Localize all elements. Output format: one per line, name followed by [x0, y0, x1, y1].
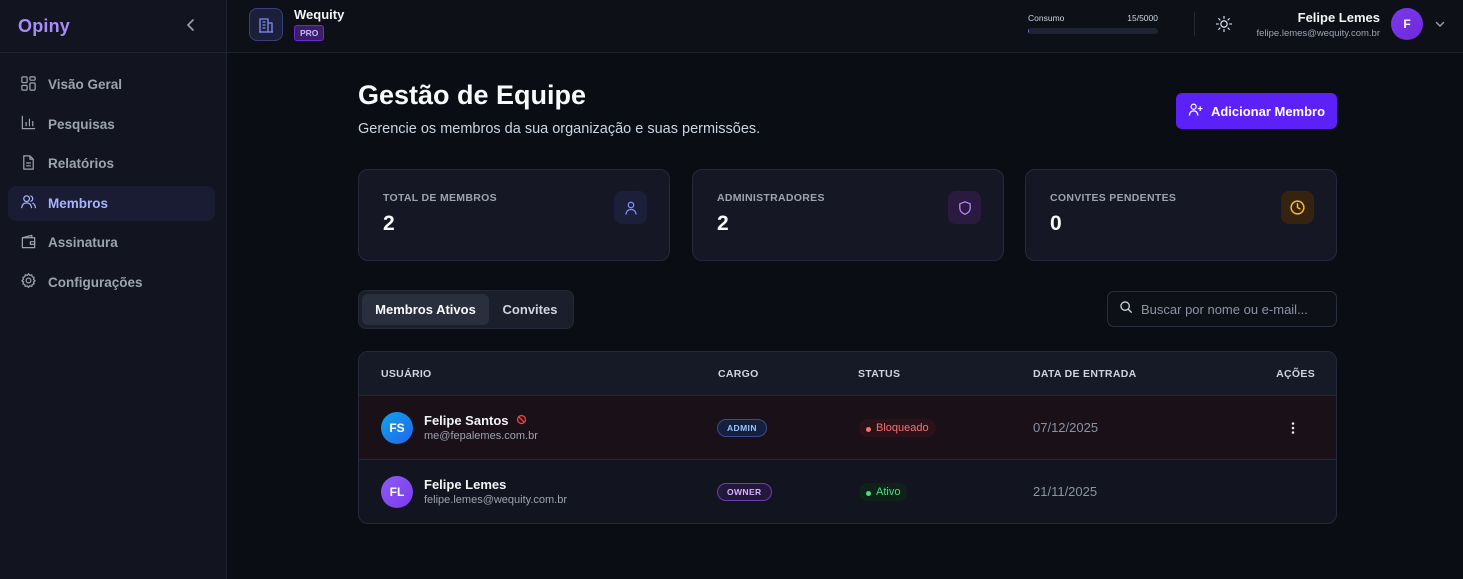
member-email: felipe.lemes@wequity.com.br [424, 494, 568, 506]
sidebar-item-relatorios[interactable]: Relatórios [8, 146, 215, 181]
divider [1194, 12, 1195, 36]
workspace-name[interactable]: Wequity [294, 7, 344, 22]
search-box [1107, 291, 1337, 327]
column-header-status: STATUS [858, 368, 901, 380]
stat-label: TOTAL DE MEMBROS [383, 192, 497, 204]
avatar: FL [381, 476, 413, 508]
clock-icon [1281, 191, 1314, 224]
sidebar-item-label: Pesquisas [48, 116, 115, 132]
member-name: Felipe Lemes [424, 477, 506, 492]
user-name[interactable]: Felipe Lemes [1298, 10, 1380, 25]
top-bar: Wequity PRO Consumo 15/5000 Felipe Lemes… [227, 0, 1463, 53]
usage-value: 15/5000 [1127, 13, 1158, 23]
members-table: USUÁRIO CARGO STATUS DATA DE ENTRADA AÇÕ… [358, 351, 1337, 524]
add-member-label: Adicionar Membro [1210, 103, 1326, 119]
add-member-button[interactable]: Adicionar Membro [1176, 93, 1337, 129]
search-icon [1119, 300, 1133, 319]
plan-badge: PRO [294, 25, 325, 41]
dashboard-icon [20, 75, 37, 95]
member-name-text: Felipe Lemes [424, 477, 507, 492]
tab-membros-ativos[interactable]: Membros Ativos [362, 294, 489, 325]
stat-label: ADMINISTRADORES [717, 192, 825, 204]
member-name-text: Felipe Santos [424, 413, 509, 428]
wallet-icon [20, 233, 37, 253]
document-icon [20, 154, 37, 174]
avatar[interactable]: F [1391, 8, 1423, 40]
sidebar-item-visao-geral[interactable]: Visão Geral [8, 67, 215, 102]
column-header-join-date: DATA DE ENTRADA [1033, 368, 1137, 380]
page-title: Gestão de Equipe [358, 80, 587, 110]
stat-card-admins: ADMINISTRADORES 2 [692, 169, 1004, 261]
sidebar-item-label: Relatórios [48, 156, 115, 172]
usage-meter: Consumo 15/5000 [1028, 13, 1158, 34]
table-header: USUÁRIO CARGO STATUS DATA DE ENTRADA AÇÕ… [359, 352, 1336, 396]
role-badge: ADMIN [717, 419, 767, 437]
users-icon [20, 193, 37, 213]
usage-bar [1028, 28, 1158, 34]
tab-bar: Membros Ativos Convites [358, 290, 574, 329]
sidebar-item-label: Visão Geral [48, 77, 123, 92]
usage-label: Consumo [1028, 13, 1065, 23]
collapse-sidebar-icon[interactable] [186, 18, 196, 34]
usage-bar-fill [1028, 28, 1030, 34]
search-input[interactable] [1141, 301, 1331, 317]
user-icon [614, 191, 647, 224]
table-row[interactable]: FL Felipe Lemes felipe.lemes@wequity.com… [359, 460, 1336, 523]
gear-icon [20, 272, 37, 292]
sun-icon[interactable] [1215, 15, 1233, 33]
tab-convites[interactable]: Convites [491, 294, 569, 325]
stat-label: CONVITES PENDENTES [1050, 192, 1177, 204]
role-badge: OWNER [717, 483, 772, 501]
member-email: me@fepalemes.com.br [424, 430, 538, 442]
stat-card-total-members: TOTAL DE MEMBROS 2 [358, 169, 670, 261]
sidebar-item-label: Membros [48, 195, 109, 211]
stat-value: 2 [383, 212, 395, 235]
user-plus-icon [1188, 102, 1203, 120]
sidebar-item-label: Assinatura [48, 235, 118, 251]
building-icon[interactable] [249, 8, 283, 41]
sidebar-item-label: Configurações [48, 274, 143, 290]
user-email: felipe.lemes@wequity.com.br [1256, 28, 1380, 39]
avatar: FS [381, 412, 413, 444]
chevron-down-icon[interactable] [1434, 17, 1446, 29]
join-date: 21/11/2025 [1033, 484, 1098, 499]
sidebar-item-pesquisas[interactable]: Pesquisas [8, 107, 215, 142]
sidebar-item-configuracoes[interactable]: Configurações [8, 265, 215, 300]
sidebar: Opiny Visão Geral Pesquisas Relatórios M… [0, 0, 227, 579]
shield-icon [948, 191, 981, 224]
more-actions-icon[interactable] [1284, 419, 1302, 437]
member-name: Felipe Santos [424, 413, 527, 428]
sidebar-item-membros[interactable]: Membros [8, 185, 215, 221]
page-subtitle: Gerencie os membros da sua organização e… [358, 121, 761, 137]
status-badge: Bloqueado [859, 419, 936, 437]
sidebar-nav: Visão Geral Pesquisas Relatórios Membros… [0, 53, 226, 300]
app-logo[interactable]: Opiny [18, 16, 70, 37]
stat-card-pending-invites: CONVITES PENDENTES 0 [1025, 169, 1337, 261]
bar-chart-icon [20, 114, 37, 134]
sidebar-header: Opiny [0, 0, 226, 53]
blocked-icon [516, 413, 527, 428]
status-badge: Ativo [859, 483, 908, 501]
table-row[interactable]: FS Felipe Santos me@fepalemes.com.br ADM… [359, 396, 1336, 460]
stat-value: 2 [717, 212, 729, 235]
stat-value: 0 [1050, 212, 1062, 235]
column-header-role: CARGO [718, 368, 759, 380]
column-header-user: USUÁRIO [381, 368, 432, 380]
column-header-actions: AÇÕES [1276, 368, 1315, 380]
sidebar-item-assinatura[interactable]: Assinatura [8, 225, 215, 260]
join-date: 07/12/2025 [1033, 420, 1099, 435]
